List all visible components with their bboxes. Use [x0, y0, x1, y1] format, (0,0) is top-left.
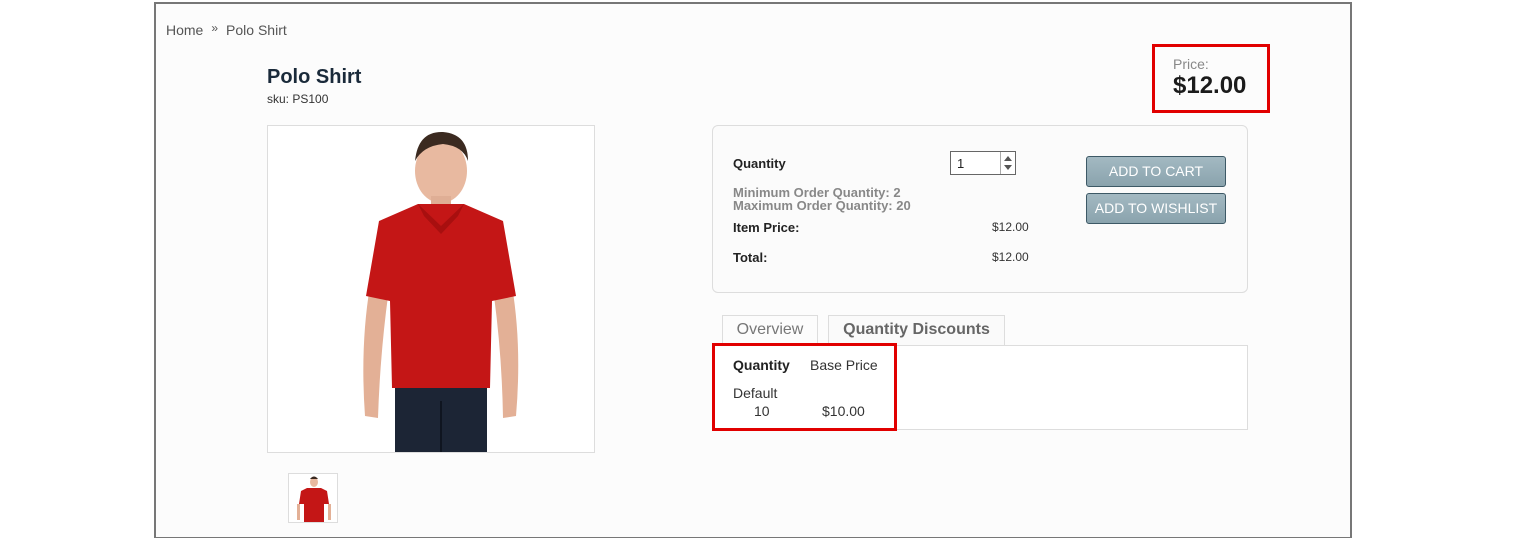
total-label: Total:: [733, 250, 768, 265]
add-to-cart-panel: Quantity 1 Minimum Order Quantity: 2 Max…: [712, 125, 1248, 293]
increment-arrow-icon[interactable]: [1004, 156, 1012, 161]
polo-shirt-photo-icon: [301, 126, 561, 452]
decrement-arrow-icon[interactable]: [1004, 165, 1012, 170]
product-title: Polo Shirt: [267, 66, 362, 88]
breadcrumb-home-link[interactable]: Home: [166, 22, 203, 38]
quantity-stepper[interactable]: 1: [950, 151, 1016, 175]
product-thumbnail[interactable]: [288, 473, 338, 523]
polo-shirt-thumbnail-icon: [297, 476, 331, 522]
breadcrumb: Home » Polo Shirt: [166, 21, 287, 38]
quantity-input[interactable]: 1: [957, 156, 964, 171]
discount-header-base-price: Base Price: [810, 357, 878, 373]
order-limits: Minimum Order Quantity: 2 Maximum Order …: [733, 186, 911, 212]
price-label: Price:: [1173, 56, 1209, 72]
price-value: $12.00: [1173, 72, 1247, 99]
price-highlight-box: Price: $12.00: [1152, 44, 1270, 113]
total-value: $12.00: [992, 250, 1029, 264]
product-sku: sku: PS100: [267, 92, 329, 106]
page-frame: Home » Polo Shirt Polo Shirt sku: PS100 Pr…: [154, 2, 1352, 538]
discount-group-label: Default: [733, 385, 778, 401]
breadcrumb-separator-icon: »: [211, 21, 219, 35]
add-to-wishlist-button[interactable]: ADD TO WISHLIST: [1086, 193, 1226, 224]
item-price-value: $12.00: [992, 220, 1029, 234]
maximum-order-quantity: Maximum Order Quantity: 20: [733, 198, 911, 213]
add-to-cart-button[interactable]: ADD TO CART: [1086, 156, 1226, 187]
discount-header-quantity: Quantity: [733, 357, 790, 373]
quantity-spinner[interactable]: [1000, 152, 1015, 174]
product-main-image[interactable]: [267, 125, 595, 453]
tab-overview[interactable]: Overview: [722, 315, 818, 345]
item-price-label: Item Price:: [733, 220, 800, 235]
discount-row-quantity: 10: [754, 403, 770, 419]
tab-quantity-discounts[interactable]: Quantity Discounts: [828, 315, 1005, 345]
breadcrumb-current: Polo Shirt: [226, 22, 287, 38]
discount-row-price: $10.00: [822, 403, 865, 419]
quantity-label: Quantity: [733, 156, 786, 171]
